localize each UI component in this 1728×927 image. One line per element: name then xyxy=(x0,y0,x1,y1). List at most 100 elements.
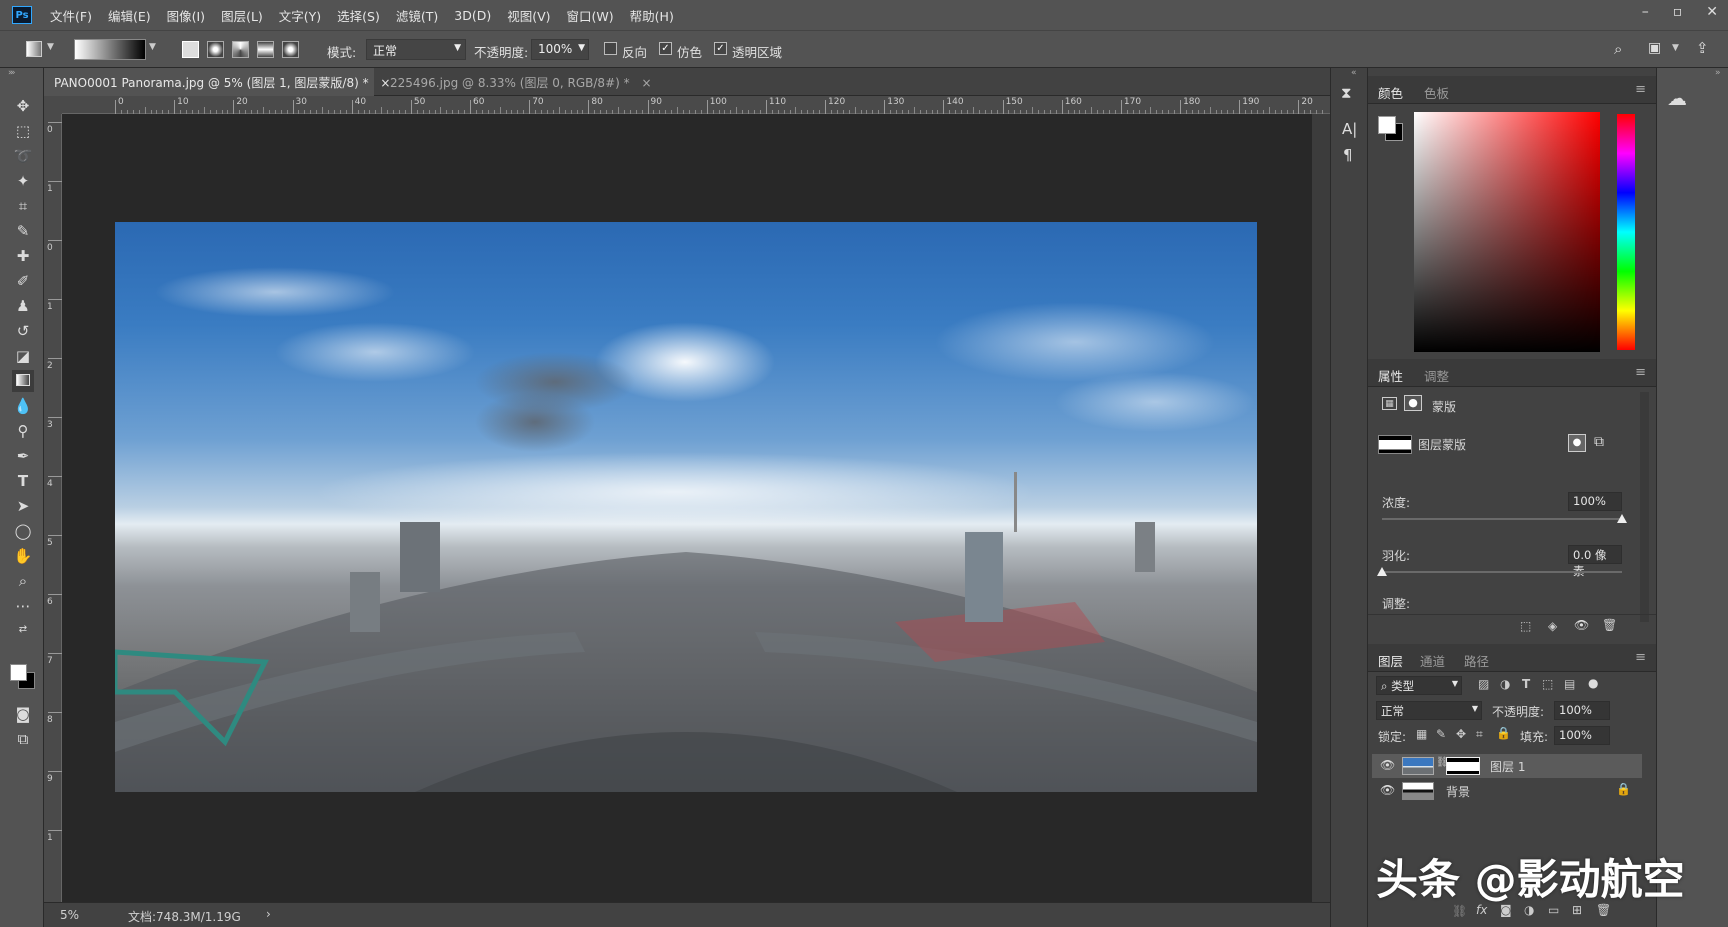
clone-stamp-tool-icon[interactable]: ♟ xyxy=(12,295,34,317)
feather-slider-track[interactable] xyxy=(1382,571,1622,573)
workspace-icon[interactable]: ▣ xyxy=(1648,40,1661,56)
more-tools-icon[interactable]: ⋯ xyxy=(12,595,34,617)
filter-shape-icon[interactable]: ⬚ xyxy=(1542,677,1553,691)
quick-mask-icon[interactable]: ◙ xyxy=(12,703,34,725)
layer-name[interactable]: 图层 1 xyxy=(1490,758,1525,775)
character-panel-icon[interactable]: A| xyxy=(1342,120,1357,138)
linear-gradient-button[interactable] xyxy=(182,41,199,58)
chevron-down-icon[interactable]: ▼ xyxy=(47,42,54,52)
document-tab-pano[interactable]: PANO0001 Panorama.jpg @ 5% (图层 1, 图层蒙版/8… xyxy=(44,68,390,96)
feather-input[interactable]: 0.0 像素 xyxy=(1568,545,1622,578)
opacity-input[interactable]: 100% ▼ xyxy=(531,39,589,60)
visibility-eye-icon[interactable]: 👁 xyxy=(1380,758,1395,772)
menu-filter[interactable]: 滤镜(T) xyxy=(396,6,438,25)
minimize-icon[interactable]: – xyxy=(1642,4,1649,20)
mode-select[interactable]: 正常 ▼ xyxy=(366,39,466,60)
tab-properties[interactable]: 属性 xyxy=(1378,366,1403,385)
visibility-eye-icon[interactable]: 👁 xyxy=(1574,618,1589,632)
lock-position-icon[interactable]: ✥ xyxy=(1456,727,1466,741)
tab-layers[interactable]: 图层 xyxy=(1378,651,1403,670)
lock-artboard-icon[interactable]: ⌗ xyxy=(1476,727,1483,742)
color-field[interactable] xyxy=(1414,112,1600,352)
gradient-tool-preset-icon[interactable] xyxy=(26,41,42,57)
apply-mask-icon[interactable]: ⧉ xyxy=(1594,434,1604,450)
brush-tool-icon[interactable]: ✐ xyxy=(12,270,34,292)
filter-type-icon[interactable]: T xyxy=(1522,677,1530,691)
layer-row-layer1[interactable]: 👁 ⛓ 图层 1 xyxy=(1372,754,1642,778)
menu-view[interactable]: 视图(V) xyxy=(507,6,550,25)
panel-menu-icon[interactable]: ≡ xyxy=(1635,365,1646,380)
search-icon[interactable]: ⌕ xyxy=(1614,40,1622,58)
layer-row-background[interactable]: 👁 背景 🔒 xyxy=(1372,779,1642,803)
lock-transparency-icon[interactable]: ▦ xyxy=(1416,727,1427,741)
screen-mode-icon[interactable]: ⧉ xyxy=(12,728,34,750)
blend-mode-select[interactable]: 正常 ▼ xyxy=(1376,701,1482,720)
blur-tool-icon[interactable]: 💧 xyxy=(12,395,34,417)
marquee-tool-icon[interactable]: ⬚ xyxy=(12,120,34,142)
panel-menu-icon[interactable]: ≡ xyxy=(1635,82,1646,97)
trash-icon[interactable]: 🗑 xyxy=(1602,618,1617,632)
zoom-tool-icon[interactable]: ⌕ xyxy=(12,570,34,592)
libraries-icon[interactable]: ☁ xyxy=(1667,86,1687,110)
collapse-arrows-icon[interactable]: » xyxy=(1715,68,1721,78)
angle-gradient-button[interactable] xyxy=(232,41,249,58)
magic-wand-tool-icon[interactable]: ✦ xyxy=(12,170,34,192)
crop-tool-icon[interactable]: ⌗ xyxy=(12,195,34,217)
density-slider-track[interactable] xyxy=(1382,518,1622,520)
tab-paths[interactable]: 路径 xyxy=(1464,651,1489,670)
lasso-tool-icon[interactable]: ➰ xyxy=(12,145,34,167)
gradient-tool-icon[interactable] xyxy=(12,370,34,392)
close-icon[interactable]: × xyxy=(641,76,651,90)
transparency-checkbox[interactable]: ✓ xyxy=(714,42,727,55)
radial-gradient-button[interactable] xyxy=(207,41,224,58)
paragraph-panel-icon[interactable]: ¶ xyxy=(1343,146,1353,164)
menu-3d[interactable]: 3D(D) xyxy=(454,8,491,23)
filter-smart-object-icon[interactable]: ▤ xyxy=(1564,677,1575,691)
hue-slider[interactable] xyxy=(1617,114,1635,350)
lock-pixels-icon[interactable]: ✎ xyxy=(1436,727,1446,741)
menu-image[interactable]: 图像(I) xyxy=(167,6,205,25)
gradient-preview[interactable] xyxy=(74,39,146,60)
reflected-gradient-button[interactable] xyxy=(257,41,274,58)
menu-help[interactable]: 帮助(H) xyxy=(630,6,674,25)
filter-pixel-icon[interactable]: ▨ xyxy=(1478,677,1489,691)
dither-checkbox[interactable]: ✓ xyxy=(659,42,672,55)
tab-adjustments[interactable]: 调整 xyxy=(1424,366,1449,385)
tab-swatches[interactable]: 色板 xyxy=(1424,83,1449,102)
vector-mask-icon[interactable]: ● xyxy=(1404,395,1422,411)
eraser-tool-icon[interactable]: ◪ xyxy=(12,345,34,367)
filter-adjustment-icon[interactable]: ◑ xyxy=(1500,677,1510,691)
apply-mask-icon[interactable]: ◈ xyxy=(1548,619,1557,633)
close-icon[interactable]: ✕ xyxy=(1706,4,1718,20)
density-slider-thumb[interactable] xyxy=(1617,514,1627,523)
hand-tool-icon[interactable]: ✋ xyxy=(12,545,34,567)
select-mask-icon[interactable]: ● xyxy=(1568,434,1586,452)
history-panel-icon[interactable]: ⧗ xyxy=(1341,84,1352,102)
layer-filter-select[interactable]: ⌕ 类型 ▼ xyxy=(1376,676,1462,695)
feather-slider-thumb[interactable] xyxy=(1377,567,1387,576)
vertical-scrollbar[interactable] xyxy=(1312,114,1330,902)
share-icon[interactable]: ⇪ xyxy=(1696,39,1709,57)
density-input[interactable]: 100% xyxy=(1568,492,1622,511)
zoom-level[interactable]: 5% xyxy=(60,908,79,922)
collapse-arrows-icon[interactable]: » xyxy=(10,68,16,78)
visibility-eye-icon[interactable]: 👁 xyxy=(1380,783,1395,797)
menu-select[interactable]: 选择(S) xyxy=(337,6,380,25)
status-menu-arrow-icon[interactable]: › xyxy=(266,907,271,921)
eyedropper-tool-icon[interactable]: ✎ xyxy=(12,220,34,242)
pen-tool-icon[interactable]: ✒ xyxy=(12,445,34,467)
history-brush-tool-icon[interactable]: ↺ xyxy=(12,320,34,342)
fill-input[interactable]: 100% xyxy=(1554,726,1610,745)
menu-layer[interactable]: 图层(L) xyxy=(221,6,263,25)
foreground-color-swatch[interactable] xyxy=(10,664,27,681)
healing-brush-tool-icon[interactable]: ✚ xyxy=(12,245,34,267)
menu-edit[interactable]: 编辑(E) xyxy=(108,6,151,25)
maximize-icon[interactable]: ▫ xyxy=(1673,4,1683,20)
panorama-image[interactable] xyxy=(115,222,1257,792)
menu-file[interactable]: 文件(F) xyxy=(50,6,92,25)
swap-colors-icon[interactable]: ⇄ xyxy=(12,619,34,641)
layer-opacity-input[interactable]: 100% xyxy=(1554,701,1610,720)
load-selection-icon[interactable]: ⬚ xyxy=(1520,619,1531,633)
chevron-down-icon[interactable]: ▼ xyxy=(1672,43,1679,53)
ellipse-tool-icon[interactable]: ◯ xyxy=(12,520,34,542)
